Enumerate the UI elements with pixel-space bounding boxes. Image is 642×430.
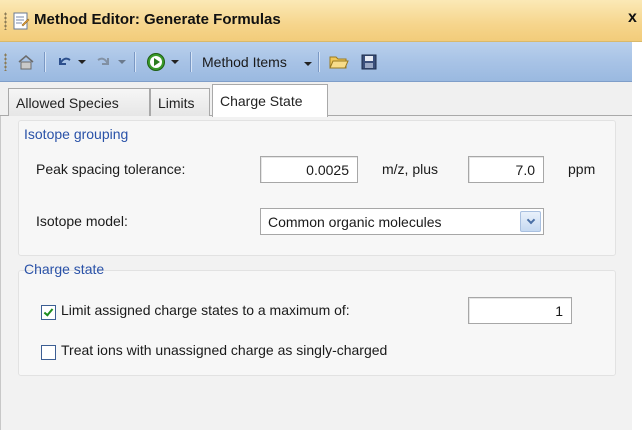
save-button[interactable] bbox=[356, 51, 382, 73]
open-button[interactable] bbox=[326, 51, 352, 73]
toolbar: Method Items bbox=[0, 42, 632, 82]
title-bar: Method Editor: Generate Formulas x bbox=[0, 0, 642, 42]
method-editor-icon bbox=[13, 12, 30, 30]
peak-spacing-input[interactable]: 0.0025 bbox=[260, 156, 358, 183]
toolbar-separator bbox=[44, 52, 45, 72]
method-editor-window: Method Editor: Generate Formulas x Metho… bbox=[0, 0, 642, 430]
toolbar-separator bbox=[190, 52, 191, 72]
ppm-label: ppm bbox=[568, 161, 596, 177]
charge-state-title: Charge state bbox=[24, 261, 105, 277]
isotope-model-select[interactable]: Common organic molecules bbox=[260, 208, 544, 235]
window-title: Method Editor: Generate Formulas bbox=[34, 11, 281, 28]
mz-plus-label: m/z, plus bbox=[382, 161, 439, 177]
home-icon bbox=[18, 55, 34, 70]
redo-icon bbox=[96, 57, 109, 65]
chevron-down-icon bbox=[526, 215, 535, 225]
ppm-input[interactable]: 7.0 bbox=[468, 156, 544, 183]
close-icon[interactable]: x bbox=[628, 9, 637, 27]
peak-spacing-label: Peak spacing tolerance: bbox=[36, 161, 186, 177]
treat-singly-charged-checkbox[interactable] bbox=[41, 345, 56, 360]
tab-limits[interactable]: Limits bbox=[150, 88, 210, 116]
tab-charge-state[interactable]: Charge State bbox=[212, 84, 328, 117]
charge-state-panel: Isotope grouping Peak spacing tolerance:… bbox=[0, 116, 632, 430]
save-icon bbox=[361, 54, 377, 70]
isotope-grouping-title: Isotope grouping bbox=[24, 126, 129, 142]
toolbar-separator bbox=[318, 52, 319, 72]
home-button[interactable] bbox=[14, 51, 38, 73]
isotope-model-label: Isotope model: bbox=[36, 213, 128, 229]
redo-button[interactable] bbox=[92, 51, 128, 73]
chevron-down-icon[interactable] bbox=[77, 60, 86, 64]
tab-strip: Allowed Species Limits Charge State bbox=[0, 82, 632, 117]
run-icon bbox=[146, 53, 165, 71]
method-items-chevron-icon[interactable] bbox=[304, 62, 312, 66]
checkmark-icon bbox=[43, 306, 54, 317]
grip-handle[interactable] bbox=[4, 12, 7, 30]
tab-allowed-species[interactable]: Allowed Species bbox=[8, 88, 150, 116]
undo-button[interactable] bbox=[50, 51, 90, 73]
open-folder-icon bbox=[329, 56, 349, 69]
run-button[interactable] bbox=[140, 51, 184, 73]
toolbar-grip[interactable] bbox=[4, 53, 7, 71]
treat-singly-charged-label[interactable]: Treat ions with unassigned charge as sin… bbox=[61, 342, 387, 358]
toolbar-separator bbox=[134, 52, 135, 72]
limit-charge-checkbox[interactable] bbox=[41, 305, 56, 320]
limit-charge-label[interactable]: Limit assigned charge states to a maximu… bbox=[61, 302, 350, 318]
dropdown-button[interactable] bbox=[520, 211, 541, 232]
max-charge-input[interactable]: 1 bbox=[468, 297, 572, 324]
isotope-model-value: Common organic molecules bbox=[268, 213, 442, 230]
chevron-down-icon[interactable] bbox=[117, 60, 126, 64]
chevron-down-icon[interactable] bbox=[170, 60, 179, 64]
method-items-menu[interactable]: Method Items bbox=[202, 54, 287, 70]
undo-icon bbox=[58, 57, 71, 65]
